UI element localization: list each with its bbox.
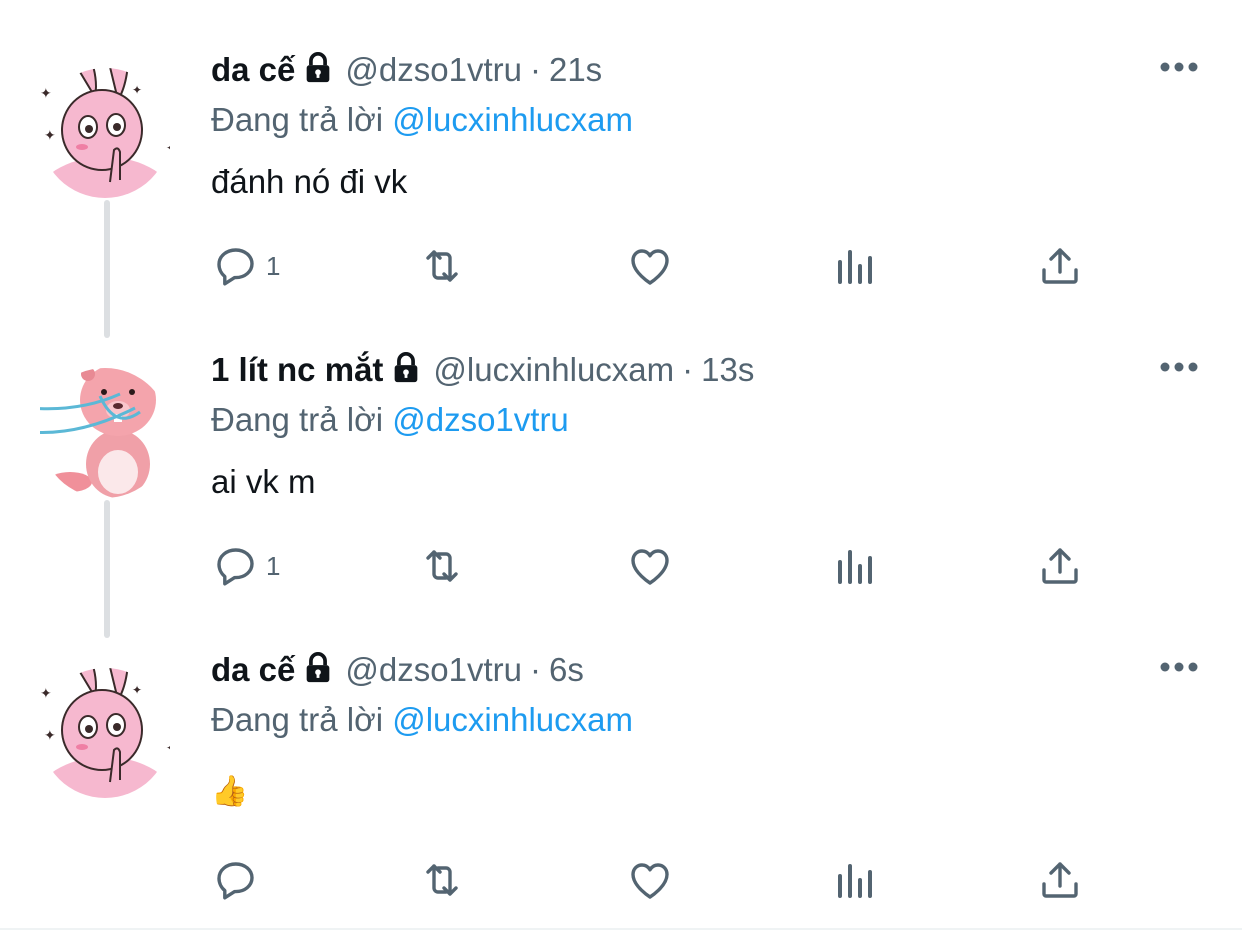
pink-bunny-avatar-icon: ✦ ✦ ✦ ✦ (40, 68, 176, 198)
share-icon (1042, 862, 1078, 898)
svg-text:✦: ✦ (132, 683, 142, 697)
views-icon (838, 550, 872, 584)
user-handle[interactable]: @dzso1vtru (345, 51, 522, 88)
svg-text:✦: ✦ (44, 727, 56, 743)
heart-icon (631, 549, 669, 585)
tweet-header: da cế @dzso1vtru · 21s (211, 50, 602, 90)
avatar[interactable]: ✦ ✦ ✦ ✦ (40, 652, 176, 798)
display-name[interactable]: 1 lít nc mắt (211, 351, 383, 388)
replying-to-label: Đang trả lời (211, 101, 384, 138)
tweet-text: ai vk m (211, 463, 316, 500)
reply-icon (217, 862, 254, 900)
retweet-icon (426, 864, 458, 896)
like-button[interactable] (626, 542, 674, 590)
reply-icon (217, 248, 254, 286)
tweet-text: 👍 (211, 774, 249, 809)
retweet-button[interactable] (418, 856, 466, 904)
more-icon[interactable] (1160, 660, 1198, 674)
separator-dot: · (529, 651, 541, 688)
reply-button[interactable]: 1 (212, 242, 280, 290)
replying-to: Đang trả lời @dzso1vtru (211, 400, 569, 440)
lock-icon (307, 52, 330, 83)
timestamp[interactable]: 21s (549, 51, 602, 88)
share-icon (1042, 548, 1078, 584)
svg-text:✦: ✦ (40, 685, 52, 701)
mention-link[interactable]: @lucxinhlucxam (392, 101, 633, 138)
replying-to: Đang trả lời @lucxinhlucxam (211, 100, 633, 140)
retweet-button[interactable] (418, 542, 466, 590)
svg-text:✦: ✦ (166, 141, 170, 155)
timestamp[interactable]: 13s (701, 351, 754, 388)
retweet-icon (426, 550, 458, 582)
divider (0, 928, 1242, 930)
more-icon[interactable] (1160, 60, 1198, 74)
views-button[interactable] (832, 242, 880, 290)
retweet-button[interactable] (418, 242, 466, 290)
display-name[interactable]: da cế (211, 651, 295, 688)
display-name[interactable]: da cế (211, 51, 295, 88)
like-button[interactable] (626, 856, 674, 904)
tweet-header: 1 lít nc mắt @lucxinhlucxam · 13s (211, 350, 754, 390)
views-button[interactable] (832, 542, 880, 590)
pink-beaver-avatar-icon (29, 368, 170, 498)
svg-text:✦: ✦ (44, 127, 56, 143)
avatar[interactable] (29, 352, 170, 498)
lock-icon (307, 652, 330, 683)
tweet-text: đánh nó đi vk (211, 163, 408, 200)
share-button[interactable] (1036, 242, 1084, 290)
mention-link[interactable]: @dzso1vtru (392, 401, 569, 438)
svg-text:✦: ✦ (132, 83, 142, 97)
pink-bunny-avatar-icon: ✦ ✦ ✦ ✦ (40, 668, 176, 798)
retweet-icon (426, 250, 458, 282)
reply-count: 1 (266, 550, 281, 581)
replying-to-label: Đang trả lời (211, 401, 384, 438)
replying-to: Đang trả lời @lucxinhlucxam (211, 700, 633, 740)
views-icon (838, 864, 872, 898)
share-button[interactable] (1036, 856, 1084, 904)
user-handle[interactable]: @lucxinhlucxam (433, 351, 674, 388)
user-handle[interactable]: @dzso1vtru (345, 651, 522, 688)
views-button[interactable] (832, 856, 880, 904)
avatar[interactable]: ✦ ✦ ✦ ✦ (40, 52, 176, 198)
reply-button[interactable]: 1 (212, 542, 280, 590)
like-button[interactable] (626, 242, 674, 290)
share-icon (1042, 248, 1078, 284)
reply-button[interactable] (212, 856, 266, 904)
heart-icon (631, 249, 669, 285)
reply-icon (217, 548, 254, 586)
thread-line (104, 500, 110, 638)
thread-line (104, 200, 110, 338)
timestamp[interactable]: 6s (549, 651, 584, 688)
more-icon[interactable] (1160, 360, 1198, 374)
mention-link[interactable]: @lucxinhlucxam (392, 701, 633, 738)
share-button[interactable] (1036, 542, 1084, 590)
tweet-header: da cế @dzso1vtru · 6s (211, 650, 584, 690)
separator-dot: · (529, 51, 541, 88)
lock-icon (395, 352, 418, 383)
views-icon (838, 250, 872, 284)
heart-icon (631, 863, 669, 899)
replying-to-label: Đang trả lời (211, 701, 384, 738)
svg-text:✦: ✦ (40, 85, 52, 101)
svg-text:✦: ✦ (166, 741, 170, 755)
reply-count: 1 (266, 250, 281, 281)
separator-dot: · (682, 351, 694, 388)
